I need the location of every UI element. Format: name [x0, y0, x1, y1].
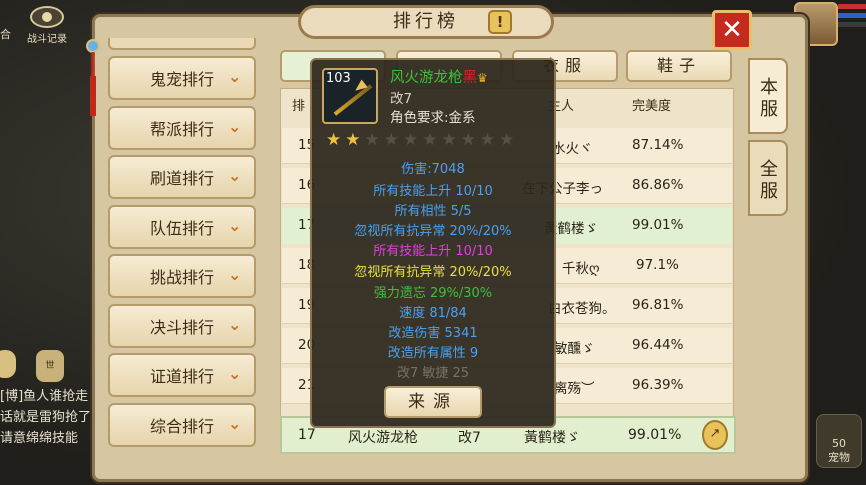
chat-line: 请意绵绵技能 [0, 431, 79, 446]
category-label: 挑战排行 [150, 268, 215, 287]
battle-record-label: 战斗记录 [27, 34, 67, 45]
item-name-line: 风火游龙枪黑♛ [390, 66, 488, 87]
category-challenge[interactable]: 挑战排行 ⌄ [108, 254, 256, 298]
stat-line: 忽视所有抗异常 20%/20% [354, 265, 512, 280]
category-duel[interactable]: 决斗排行 ⌄ [108, 303, 256, 348]
mic-label: 世 [45, 361, 55, 371]
chevron-down-icon: ⌄ [228, 314, 242, 334]
category-label: 决斗排行 [150, 317, 215, 337]
stat-line: 忽视所有抗异常 20%/20% [354, 224, 512, 239]
item-mod-level: 改7 [390, 91, 413, 107]
chat-line: [博]鱼人谁抢走 [0, 389, 89, 404]
item-name: 风火游龙枪 [390, 70, 463, 86]
row-perfection: 96.44% [632, 337, 684, 353]
category-list: 鬼宠排行 ⌄ 帮派排行 ⌄ 刷道排行 ⌄ 队伍排行 ⌄ 挑战排行 ⌄ 决斗排行 ⌄ 证道排行… [108, 56, 256, 452]
my-item-name: 风火游龙枪 [348, 430, 418, 446]
chat-log[interactable]: [博]鱼人谁抢走 话就是雷狗抢了 请意绵绵技能 [0, 386, 91, 449]
my-item-mod: 改7 [458, 430, 481, 446]
my-perfection: 99.01% [628, 427, 682, 443]
pet-button[interactable]: 50 宠物 [816, 414, 862, 468]
row-perfection: 86.86% [632, 177, 684, 193]
category-overall[interactable]: 综合排行 ⌄ [108, 402, 256, 447]
crown-icon: ♛ [477, 71, 488, 85]
category-proof[interactable]: 证道排行 ⌄ [108, 353, 256, 397]
tassel-ornament [86, 39, 100, 116]
stat-line: 所有相性 5/5 [394, 204, 472, 219]
stat-line: 强力遗忘 29%/30% [373, 286, 493, 301]
star-empty-icon: ★★★★★★★★ [364, 130, 519, 150]
category-scroll-edge [108, 38, 256, 50]
share-icon[interactable]: ↗ [702, 420, 728, 450]
stat-line: 速度 81/84 [399, 306, 467, 321]
category-team[interactable]: 队伍排行 ⌄ [108, 204, 256, 249]
stat-line: 所有技能上升 10/10 [373, 184, 493, 199]
source-button[interactable]: 来源 [384, 386, 482, 418]
status-bars [838, 4, 866, 31]
stat-line: 改造所有属性 9 [387, 346, 479, 361]
subtab-shoes[interactable]: 鞋子 [626, 50, 732, 82]
category-pet-ghost[interactable]: 鬼宠排行 ⌄ [108, 56, 256, 100]
row-owner: 水火ヾ [552, 141, 593, 157]
star-rating: ★★★★★★★★★★ [326, 130, 518, 150]
category-label: 帮派排行 [150, 119, 215, 139]
item-level: 103 [326, 71, 351, 86]
category-guild[interactable]: 帮派排行 ⌄ [108, 105, 256, 150]
spear-item-icon: 103 [322, 68, 378, 124]
star-filled-icon: ★★ [326, 130, 365, 150]
my-owner: 黃鹤楼ゞ [524, 430, 580, 446]
chat-line: 话就是雷狗抢了 [0, 410, 92, 425]
panel-title: 排行榜 [298, 5, 554, 39]
chevron-down-icon: ⌄ [228, 215, 242, 235]
header-perfection: 完美度 [632, 99, 672, 114]
my-rank: 17 [298, 427, 316, 443]
stat-line: 改7 敏捷 25 [396, 366, 470, 381]
chevron-down-icon: ⌄ [228, 116, 242, 136]
tab-all-servers[interactable]: 全服 [748, 140, 788, 216]
category-label: 鬼宠排行 [150, 70, 215, 89]
row-owner: 千秋ღ [562, 261, 600, 277]
item-requirement: 角色要求:金系 [390, 110, 476, 126]
stat-line: 所有技能上升 10/10 [373, 244, 493, 259]
row-perfection: 96.81% [632, 297, 684, 313]
row-perfection: 96.39% [632, 377, 684, 393]
chevron-down-icon: ⌄ [228, 265, 242, 284]
close-button[interactable]: ✕ [712, 10, 752, 50]
category-daoist[interactable]: 刷道排行 ⌄ [108, 155, 256, 199]
chevron-down-icon: ⌄ [228, 67, 242, 86]
category-label: 刷道排行 [150, 169, 215, 188]
stat-line: 伤害:7048 [401, 162, 465, 177]
eye-icon [30, 6, 64, 28]
row-owner: 白衣苍狗。 [548, 301, 616, 317]
quality-mark: 黑 [462, 70, 478, 86]
chevron-down-icon: ⌄ [228, 413, 242, 433]
row-perfection: 87.14% [632, 137, 684, 153]
category-label: 队伍排行 [150, 218, 215, 238]
row-perfection: 99.01% [632, 217, 684, 233]
category-label: 综合排行 [150, 416, 215, 436]
stat-line: 改造伤害 5341 [388, 326, 478, 341]
chat-bubble-icon[interactable] [0, 350, 16, 378]
battle-record-button[interactable]: 战斗记录 [22, 6, 72, 45]
pet-label: 宠物 [828, 451, 850, 464]
left-edge-text: 合 [0, 28, 11, 41]
header-rank: 排 [292, 99, 306, 114]
chevron-down-icon: ⌄ [228, 166, 242, 185]
tab-this-server[interactable]: 本服 [748, 58, 788, 134]
row-owner: 离殇︶ [554, 381, 595, 397]
row-perfection: 97.1% [636, 257, 679, 273]
mic-icon[interactable]: 世 [36, 350, 64, 382]
category-label: 证道排行 [150, 367, 215, 386]
chevron-down-icon: ⌄ [228, 364, 242, 383]
info-button[interactable]: ! [488, 10, 512, 34]
pet-level: 50 [832, 437, 846, 450]
row-owner: 敏醺ゞ [554, 341, 595, 357]
